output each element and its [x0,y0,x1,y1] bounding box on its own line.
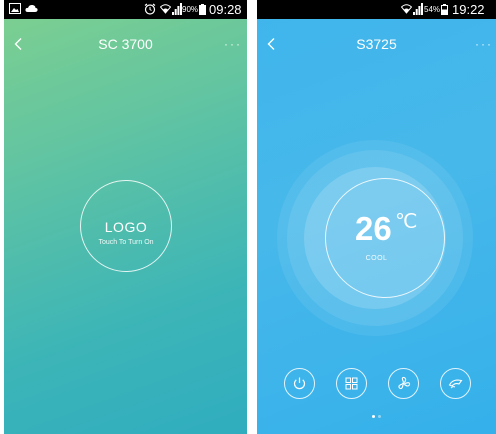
status-bar: 54% 19:22 [257,0,496,19]
wifi-icon [401,4,412,14]
alarm-icon [144,3,156,15]
status-bar: 90% 09:28 [4,0,247,19]
phone-screen-left: 90% 09:28 SC 3700 ··· LOGO Touch To Turn… [4,0,247,434]
device-title: SC 3700 [98,36,153,52]
signal-icon [172,3,182,15]
battery-percent: 90% [182,5,199,14]
pager-dot [378,415,381,418]
battery-icon [199,4,206,15]
power-icon [293,377,306,390]
more-menu-icon[interactable]: ··· [475,37,493,51]
signal-icon [413,3,423,15]
temperature-value: 26 [355,210,392,247]
battery-percent: 54% [424,5,441,14]
temperature-unit: ℃ [395,211,418,233]
power-button[interactable] [284,368,315,399]
fan-speed-button[interactable] [388,368,419,399]
pager-dot-active [372,415,375,418]
swing-button[interactable] [440,368,471,399]
power-on-button[interactable]: LOGO Touch To Turn On [80,180,172,272]
logo-text: LOGO [104,219,148,235]
swing-icon [448,379,463,389]
wifi-icon [160,4,171,14]
image-icon [9,3,21,14]
mode-button[interactable] [336,368,367,399]
mode-grid-icon [345,377,358,390]
cloud-icon [25,4,38,12]
mode-label: COOL [365,255,388,262]
more-menu-icon[interactable]: ··· [224,37,242,51]
fan-icon [398,376,411,390]
device-title: S3725 [356,36,397,52]
clock: 09:28 [209,2,242,17]
phone-screen-right: 54% 19:22 S3725 ··· 26 ℃ COOL [257,0,496,434]
battery-icon [441,4,448,15]
turn-on-hint: Touch To Turn On [98,239,154,246]
clock: 19:22 [452,2,485,17]
